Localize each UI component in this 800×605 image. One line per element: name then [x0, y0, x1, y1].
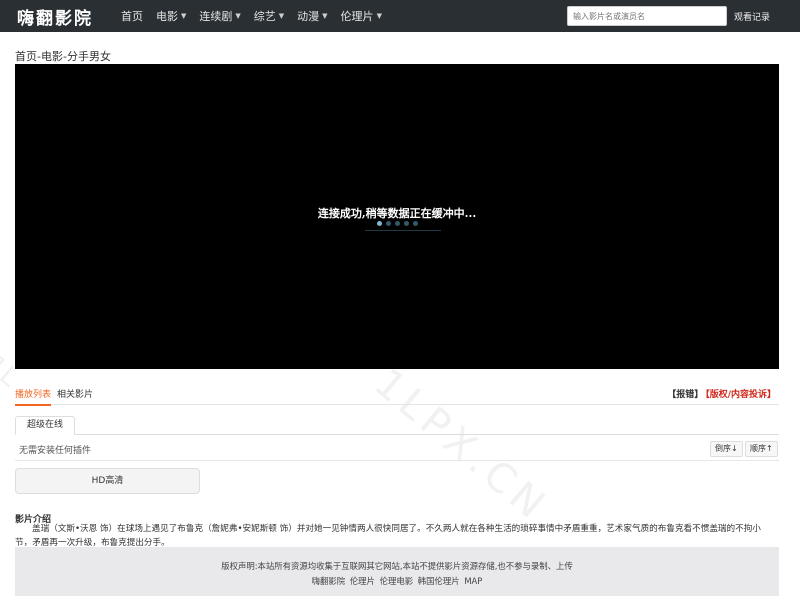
footer-notice: 版权声明:本站所有资源均收集于互联网其它网站,本站不提供影片资源存储,也不参与录… — [221, 561, 573, 571]
footer-link[interactable]: 伦理片 — [350, 576, 375, 586]
caret-down-icon: ▼ — [376, 12, 382, 20]
loading-underline — [365, 230, 441, 231]
divider — [15, 460, 779, 461]
report-error-link[interactable]: 【报错】 — [667, 390, 703, 400]
loading-dot — [413, 221, 418, 226]
nav-item-ethics[interactable]: 伦理片 ▼ — [341, 8, 382, 24]
loading-dot — [386, 221, 391, 226]
tab-playlist[interactable]: 播放列表 — [15, 387, 52, 406]
source-tab-super-online[interactable]: 超级在线 — [15, 416, 75, 435]
nav-item-series[interactable]: 连续剧 ▼ — [199, 8, 240, 24]
loading-spinner-icon — [377, 221, 422, 226]
caret-down-icon: ▼ — [278, 12, 285, 20]
loading-dot — [395, 221, 400, 226]
loading-dot — [404, 221, 409, 226]
footer-link[interactable]: 伦理电影 — [380, 576, 414, 586]
footer-link[interactable]: 韩国伦理片 — [418, 576, 460, 586]
player-loading-text: 连接成功,稍等数据正在缓冲中... — [317, 207, 477, 220]
intro-text: 盖瑞（文斯•沃恩 饰）在球场上遇见了布鲁克（詹妮弗•安妮斯顿 饰）并对她一见钟情… — [15, 524, 761, 548]
nav-label: 电影 — [156, 10, 178, 23]
nav-label: 综艺 — [253, 10, 276, 23]
nav-item-home[interactable]: 首页 — [121, 8, 143, 24]
report-links: 【报错】 【版权/内容投诉】 — [667, 387, 776, 400]
copyright-complaint-link[interactable]: 【版权/内容投诉】 — [705, 390, 776, 400]
sort-desc-button[interactable]: 倒序↓ — [710, 441, 743, 457]
nav-item-variety[interactable]: 综艺 ▼ — [254, 8, 284, 24]
nav-item-movies[interactable]: 电影 ▼ — [156, 8, 186, 24]
sort-asc-button[interactable]: 顺序↑ — [745, 441, 778, 457]
divider — [15, 434, 779, 435]
footer-link[interactable]: MAP — [464, 576, 482, 586]
footer-links: 嗨翻影院 伦理片 伦理电影 韩国伦理片 MAP — [15, 575, 779, 587]
playlist-tabs: 播放列表 相关影片 【报错】 【版权/内容投诉】 — [15, 384, 779, 406]
top-navbar: 嗨翻影院 首页 电影▼ 连续剧▼ 综艺▼ 动漫▼ 伦理片▼ 观看记录 — [0, 0, 800, 32]
footer-link[interactable]: 嗨翻影院 — [312, 576, 346, 586]
loading-dot — [377, 221, 382, 226]
tab-related[interactable]: 相关影片 — [57, 387, 93, 400]
nav-label: 伦理片 — [340, 10, 374, 23]
video-player[interactable]: 连接成功,稍等数据正在缓冲中... — [15, 64, 779, 369]
watch-history-link[interactable]: 观看记录 — [734, 10, 770, 23]
site-logo[interactable]: 嗨翻影院 — [17, 4, 107, 29]
search-input[interactable] — [567, 6, 727, 26]
breadcrumb: 首页-电影-分手男女 — [15, 50, 111, 63]
caret-down-icon: ▼ — [322, 12, 328, 20]
footer: 版权声明:本站所有资源均收集于互联网其它网站,本站不提供影片资源存储,也不参与录… — [15, 547, 779, 596]
caret-down-icon: ▼ — [235, 12, 241, 20]
main-nav: 首页 电影 ▼ 连续剧 ▼ 综艺 ▼ 动漫 ▼ 伦理片 ▼ — [121, 8, 395, 24]
nav-label: 动漫 — [297, 10, 320, 23]
nav-item-anime[interactable]: 动漫 ▼ — [297, 8, 327, 24]
nav-label: 首页 — [121, 10, 143, 23]
plugin-note: 无需安装任何插件 — [19, 446, 92, 456]
episode-button[interactable]: HD高清 — [15, 468, 200, 494]
caret-down-icon: ▼ — [181, 12, 187, 20]
nav-label: 连续剧 — [199, 10, 233, 23]
